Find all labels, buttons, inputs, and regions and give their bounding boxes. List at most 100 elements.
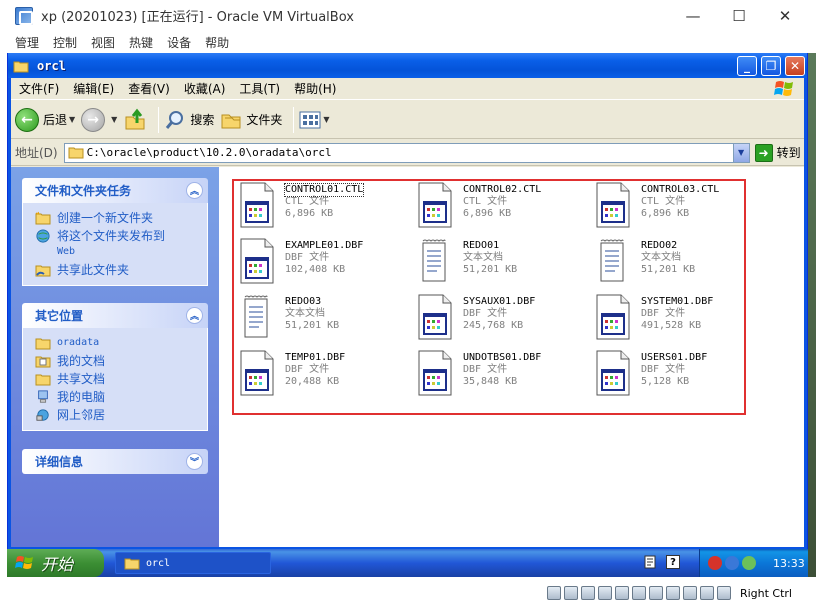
network-adapter-icon[interactable] <box>597 586 612 600</box>
file-name: REDO03 <box>285 296 322 307</box>
other-places-header[interactable]: 其它位置 ︽ <box>22 303 208 328</box>
maximize-button[interactable]: ❐ <box>761 56 781 76</box>
file-item[interactable]: CONTROL02.CTL CTL 文件 6,896 KB <box>415 181 590 235</box>
network-status-icon[interactable] <box>742 556 756 570</box>
address-input[interactable]: C:\oracle\product\10.2.0\oradata\orcl ▼ <box>63 142 750 163</box>
up-button[interactable] <box>123 108 147 132</box>
forward-arrow-icon: → <box>81 107 106 132</box>
host-minimize-button[interactable]: — <box>670 0 716 31</box>
file-item[interactable]: CONTROL01.CTL CTL 文件 6,896 KB <box>237 181 412 235</box>
taskbar-orcl-button[interactable]: orcl <box>115 552 271 574</box>
usb-icon[interactable] <box>614 586 629 600</box>
guest-desktop-background <box>808 53 816 601</box>
address-path: C:\oracle\product\10.2.0\oradata\orcl <box>86 146 332 159</box>
menu-tools[interactable]: 工具(T) <box>239 80 280 97</box>
keyboard-capture-icon[interactable] <box>716 586 731 600</box>
menu-edit[interactable]: 编辑(E) <box>73 80 114 97</box>
toolbar: ← 后退 ▼ → ▼ 搜索 文件夹 ▼ <box>11 101 804 139</box>
views-button[interactable]: ▼ <box>299 110 330 130</box>
taskbar-orcl-label: orcl <box>146 557 171 569</box>
start-button[interactable]: 开始 <box>7 549 104 577</box>
views-dropdown-icon[interactable]: ▼ <box>323 115 329 124</box>
keyboard-layout-icon[interactable] <box>644 555 656 569</box>
file-type: DBF 文件 <box>285 364 330 375</box>
menu-view[interactable]: 查看(V) <box>128 80 170 97</box>
optical-drive-icon[interactable] <box>563 586 578 600</box>
host-menu-view[interactable]: 视图 <box>91 34 115 51</box>
toolbar-separator <box>293 106 295 133</box>
collapse-icon[interactable]: ︽ <box>186 182 203 199</box>
explorer-title-bar[interactable]: orcl <box>8 53 807 78</box>
folders-button[interactable]: 文件夹 <box>220 109 282 131</box>
share-folder-link[interactable]: 共享此文件夹 <box>23 261 207 279</box>
hard-disk-icon[interactable] <box>546 586 561 600</box>
menu-favorites[interactable]: 收藏(A) <box>184 80 226 97</box>
file-item[interactable]: TEMP01.DBF DBF 文件 20,488 KB <box>237 349 412 403</box>
expand-icon[interactable]: ︾ <box>186 453 203 470</box>
file-name: USERS01.DBF <box>641 352 708 363</box>
file-type: DBF 文件 <box>463 364 508 375</box>
forward-button[interactable]: → ▼ <box>81 107 117 132</box>
search-button[interactable]: 搜索 <box>164 109 214 131</box>
place-my-documents-label: 我的文档 <box>57 354 106 368</box>
file-item[interactable]: EXAMPLE01.DBF DBF 文件 102,408 KB <box>237 237 412 291</box>
place-oradata-link[interactable]: oradata <box>23 334 207 352</box>
file-item[interactable]: REDO03 文本文档 51,201 KB <box>237 293 412 347</box>
go-arrow-icon: ➜ <box>754 143 773 162</box>
go-label: 转到 <box>776 146 801 160</box>
host-maximize-button[interactable]: ☐ <box>716 0 762 31</box>
place-oradata-label: oradata <box>57 337 100 348</box>
file-item[interactable]: CONTROL03.CTL CTL 文件 6,896 KB <box>593 181 768 235</box>
go-button[interactable]: ➜ 转到 <box>754 143 801 162</box>
file-item[interactable]: REDO02 文本文档 51,201 KB <box>593 237 768 291</box>
details-header[interactable]: 详细信息 ︾ <box>22 449 208 474</box>
host-menu-manage[interactable]: 管理 <box>15 34 39 51</box>
audio-icon[interactable] <box>580 586 595 600</box>
file-info: REDO01 文本文档 51,201 KB <box>463 237 517 291</box>
host-menu-control[interactable]: 控制 <box>53 34 77 51</box>
collapse-icon[interactable]: ︽ <box>186 307 203 324</box>
menu-help[interactable]: 帮助(H) <box>294 80 336 97</box>
security-shield-icon[interactable] <box>708 556 722 570</box>
file-item[interactable]: REDO01 文本文档 51,201 KB <box>415 237 590 291</box>
windows-flag-icon <box>15 556 33 569</box>
toolbar-separator <box>158 106 160 133</box>
shared-folders-icon[interactable] <box>631 586 646 600</box>
place-shared-documents-label: 共享文档 <box>57 372 106 386</box>
taskbar: 开始 orcl ? 13:33 <box>7 549 808 577</box>
back-dropdown-icon[interactable]: ▼ <box>69 115 75 124</box>
file-tasks-header[interactable]: 文件和文件夹任务 ︽ <box>22 178 208 203</box>
file-item[interactable]: UNDOTBS01.DBF DBF 文件 35,848 KB <box>415 349 590 403</box>
cpu-icon[interactable] <box>682 586 697 600</box>
minimize-button[interactable]: _ <box>737 56 757 76</box>
file-item[interactable]: SYSAUX01.DBF DBF 文件 245,768 KB <box>415 293 590 347</box>
place-shared-documents-link[interactable]: 共享文档 <box>23 370 207 388</box>
publish-web-link[interactable]: 将这个文件夹发布到 Web <box>23 227 207 261</box>
ctl-file-icon <box>237 181 281 233</box>
place-my-computer-link[interactable]: 我的电脑 <box>23 388 207 406</box>
new-folder-link[interactable]: 创建一个新文件夹 <box>23 209 207 227</box>
dbf-file-icon <box>593 349 637 401</box>
file-name: EXAMPLE01.DBF <box>285 240 364 251</box>
volume-icon[interactable] <box>725 556 739 570</box>
address-dropdown-icon[interactable]: ▼ <box>732 143 749 162</box>
video-capture-icon[interactable] <box>665 586 680 600</box>
menu-file[interactable]: 文件(F) <box>19 80 59 97</box>
host-menu-help[interactable]: 帮助 <box>205 34 229 51</box>
display-icon[interactable] <box>648 586 663 600</box>
address-bar: 地址(D) C:\oracle\product\10.2.0\oradata\o… <box>11 140 804 166</box>
forward-dropdown-icon[interactable]: ▼ <box>111 115 117 124</box>
share-folder-icon <box>35 265 51 277</box>
host-menu-devices[interactable]: 设备 <box>167 34 191 51</box>
close-button[interactable]: ✕ <box>785 56 805 76</box>
file-item[interactable]: USERS01.DBF DBF 文件 5,128 KB <box>593 349 768 403</box>
help-icon[interactable]: ? <box>666 555 680 569</box>
place-my-documents-link[interactable]: 我的文档 <box>23 352 207 370</box>
file-item[interactable]: SYSTEM01.DBF DBF 文件 491,528 KB <box>593 293 768 347</box>
place-network-link[interactable]: 网上邻居 <box>23 406 207 424</box>
host-close-button[interactable]: ✕ <box>762 0 808 31</box>
host-menu-hotkey[interactable]: 热键 <box>129 34 153 51</box>
back-button[interactable]: ← 后退 ▼ <box>15 107 75 132</box>
dbf-file-icon <box>415 349 459 401</box>
mouse-integration-icon[interactable] <box>699 586 714 600</box>
